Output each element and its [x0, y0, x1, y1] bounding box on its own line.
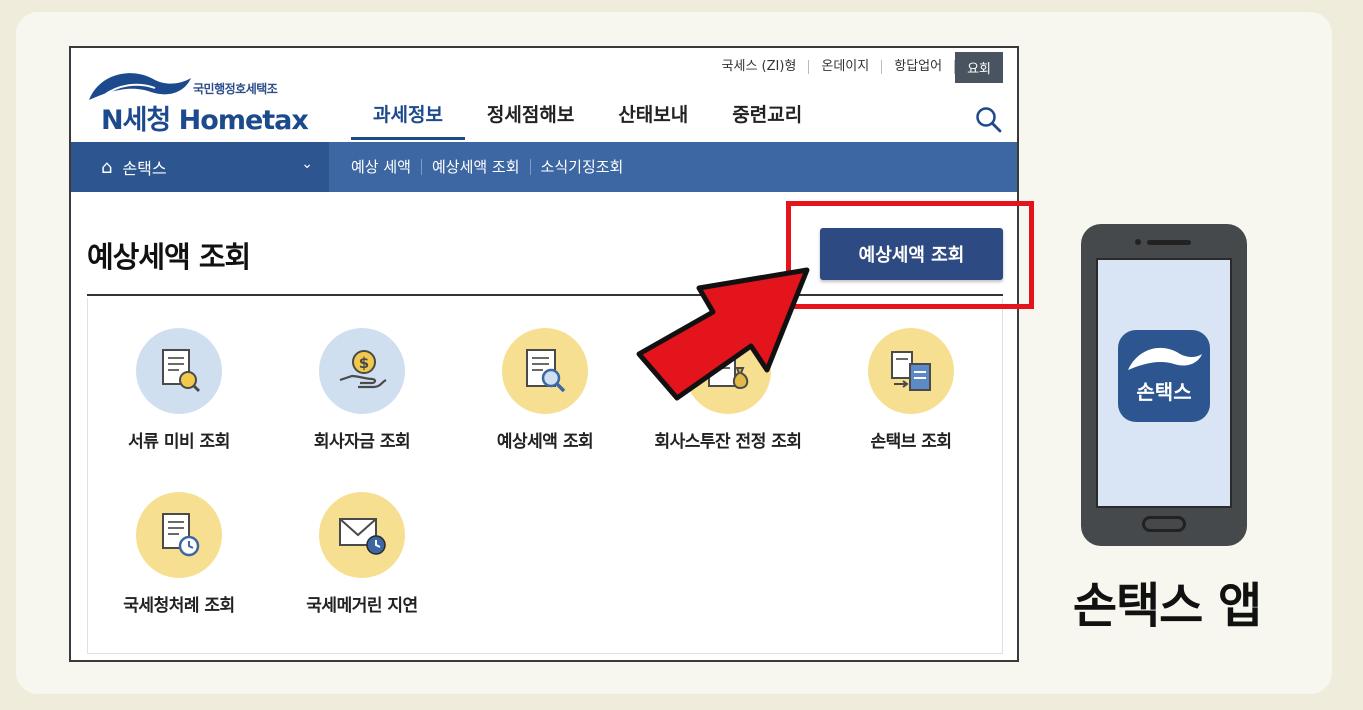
speaker-grille	[1147, 240, 1191, 245]
hometax-window: 국민행정호세택조 N세청 Hometax 국세스 (ZI)형 온데이지 항답업어…	[69, 46, 1019, 662]
sontax-app-icon[interactable]: 손택스	[1118, 330, 1210, 422]
gnb-item-tax-info[interactable]: 과세정보	[351, 100, 465, 140]
hometax-logo[interactable]: 국민행정호세택조 N세청 Hometax	[85, 66, 315, 136]
phone-screen: 손택스	[1096, 258, 1232, 508]
service-label: 서류 미비 조회	[128, 432, 230, 452]
camera-icon	[1135, 239, 1141, 245]
service-item[interactable]: 국세메거린 지연	[277, 492, 447, 618]
document-search-icon	[162, 349, 201, 393]
service-item[interactable]: $ 회사자금 조회	[277, 328, 447, 454]
utility-bar: 국세스 (ZI)형 온데이지 항답업어 요회	[710, 51, 1003, 83]
service-icon-bg: $	[319, 328, 405, 414]
service-item[interactable]: 국세청처례 조회	[94, 492, 264, 618]
chevron-down-icon: ⌄	[301, 156, 313, 172]
document-magnifier-icon	[526, 349, 566, 393]
red-arrow-icon	[636, 267, 810, 401]
service-icon-bg	[502, 328, 588, 414]
util-link-1[interactable]: 국세스 (ZI)형	[710, 60, 810, 74]
envelope-clock-icon	[339, 518, 386, 555]
subnav-link-2[interactable]: 예상세액 조회	[422, 159, 531, 175]
service-item[interactable]: 예상세액 조회	[460, 328, 630, 454]
service-item[interactable]: 서류 미비 조회	[94, 328, 264, 454]
search-icon[interactable]	[973, 104, 1003, 134]
global-nav: 과세정보 정세점해보 산태보내 중련교리	[351, 100, 824, 140]
phone-caption: 손택스 앱	[1072, 578, 1262, 634]
home-icon: ⌂	[101, 156, 113, 178]
util-link-3[interactable]: 항답업어	[882, 60, 956, 74]
home-button	[1142, 516, 1186, 532]
document-clock-icon	[162, 513, 200, 557]
service-label: 손택브 조회	[870, 432, 952, 452]
document-transfer-icon	[891, 351, 931, 391]
service-icon-bg	[136, 328, 222, 414]
util-button[interactable]: 요회	[955, 51, 1003, 83]
page-title: 예상세액 조회	[87, 240, 251, 274]
gnb-item-4[interactable]: 중련교리	[710, 100, 824, 140]
service-label: 회사자금 조회	[313, 432, 411, 452]
cloud-logo-icon	[1128, 347, 1202, 370]
app-icon-label: 손택스	[1136, 380, 1192, 404]
subnav-home-label: 손택스	[122, 159, 167, 178]
service-icon-bg	[319, 492, 405, 578]
subnav-link-3[interactable]: 소식기징조회	[531, 159, 634, 175]
svg-text:$: $	[359, 354, 369, 372]
service-icon-bg	[868, 328, 954, 414]
service-label: 국세청처례 조회	[123, 596, 235, 616]
service-label: 국세메거린 지연	[306, 596, 418, 616]
logo-title: N세청 Hometax	[101, 105, 309, 136]
gnb-item-2[interactable]: 정세점해보	[465, 100, 596, 140]
logo-subtitle: 국민행정호세택조	[193, 82, 278, 96]
sub-nav: ⌂ 손택스 ⌄ 예상 세액 예상세액 조회 소식기징조회	[71, 142, 1017, 192]
subnav-home-dropdown[interactable]: ⌂ 손택스 ⌄	[71, 142, 329, 192]
gnb-item-3[interactable]: 산태보내	[596, 100, 710, 140]
service-icon-bg	[136, 492, 222, 578]
coin-hand-icon: $	[339, 350, 387, 389]
phone-illustration: 손택스	[1081, 224, 1247, 546]
service-label: 예상세액 조회	[496, 432, 594, 452]
util-link-2[interactable]: 온데이지	[809, 60, 883, 74]
subnav-link-1[interactable]: 예상 세액	[341, 159, 422, 175]
service-item[interactable]: 손택브 조회	[826, 328, 996, 454]
subnav-links: 예상 세액 예상세액 조회 소식기징조회	[341, 142, 633, 192]
service-label: 회사스투잔 전정 조회	[654, 432, 802, 452]
